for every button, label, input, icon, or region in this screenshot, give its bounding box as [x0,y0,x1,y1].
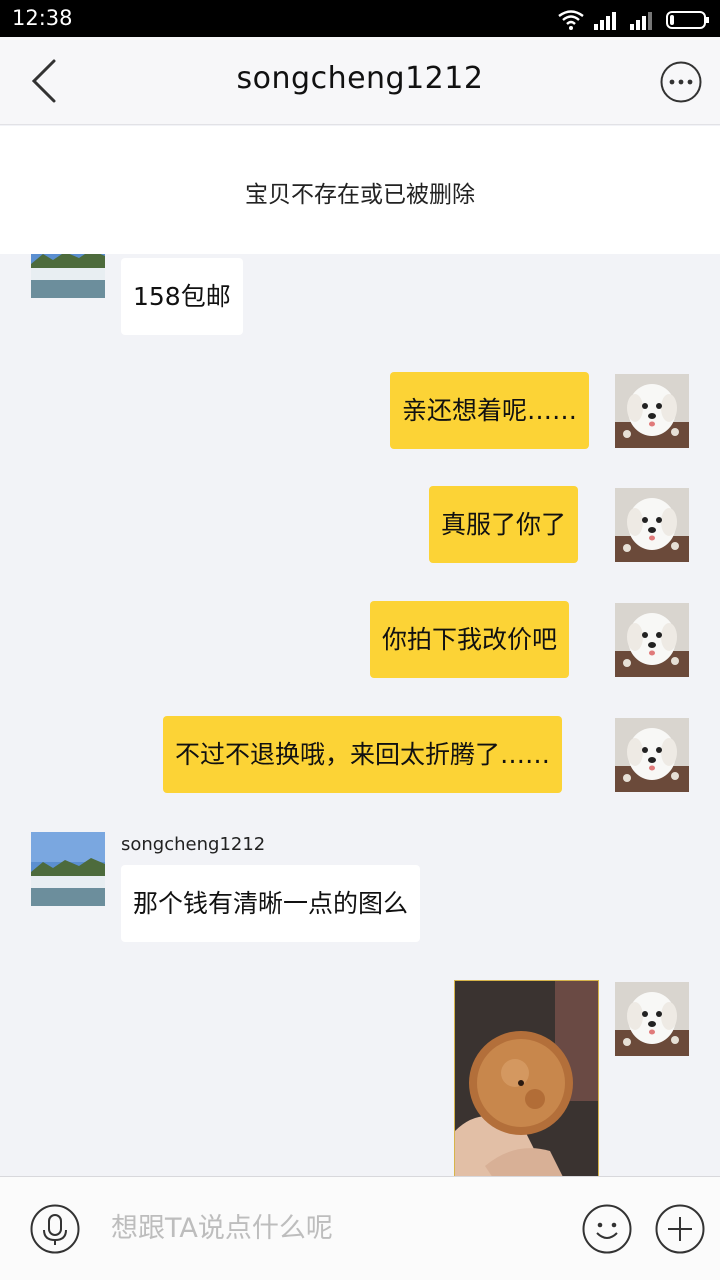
my-avatar[interactable] [615,718,689,792]
message-bubble-incoming[interactable]: 158包邮 [121,258,243,335]
sender-name: songcheng1212 [121,834,266,855]
signal-icon [630,12,652,30]
signal-icon [594,12,616,30]
item-notice: 宝贝不存在或已被删除 [0,126,720,254]
status-icons [558,8,710,30]
message-bubble-incoming[interactable]: 那个钱有清晰一点的图么 [121,865,421,942]
more-button[interactable] [660,61,702,103]
voice-button[interactable] [30,1204,80,1254]
my-avatar[interactable] [615,488,689,562]
input-bar: 想跟TA说点什么呢 [0,1176,720,1280]
mic-icon [30,1204,80,1254]
emoji-button[interactable] [582,1204,632,1254]
chat-header: songcheng1212 [0,37,720,125]
message-bubble-outgoing[interactable]: 不过不退换哦，来回太折腾了…… [163,716,563,793]
my-avatar[interactable] [615,603,689,677]
emoji-icon [582,1204,632,1254]
message-bubble-outgoing[interactable]: 真服了你了 [429,486,579,563]
more-actions-button[interactable] [655,1204,705,1254]
contact-avatar[interactable] [31,254,105,298]
battery-icon [666,11,709,29]
my-avatar[interactable] [615,982,689,1056]
status-time: 12:38 [12,6,73,30]
message-bubble-outgoing[interactable]: 亲还想着呢…… [390,372,590,449]
more-icon [660,61,702,103]
status-bar: 12:38 [0,0,720,37]
wooden-disc-photo [455,981,598,1176]
wifi-icon [558,10,584,30]
waterfall-avatar-image [31,832,105,906]
dog-avatar-image [615,603,689,677]
my-avatar[interactable] [615,374,689,448]
message-input[interactable]: 想跟TA说点什么呢 [96,1201,556,1257]
dog-avatar-image [615,718,689,792]
notice-text: 宝贝不存在或已被删除 [245,182,475,208]
dog-avatar-image [615,488,689,562]
plus-icon [655,1204,705,1254]
page-title: songcheng1212 [236,61,484,96]
waterfall-avatar-image [31,254,105,298]
sent-photo[interactable] [454,980,599,1176]
dog-avatar-image [615,374,689,448]
message-bubble-outgoing[interactable]: 你拍下我改价吧 [370,601,570,678]
contact-avatar[interactable] [31,832,105,906]
dog-avatar-image [615,982,689,1056]
chat-list[interactable]: 158包邮 亲还想着呢…… 真服了你了 你拍下我改价吧 不过不退换哦，来回太折腾… [0,254,720,1176]
